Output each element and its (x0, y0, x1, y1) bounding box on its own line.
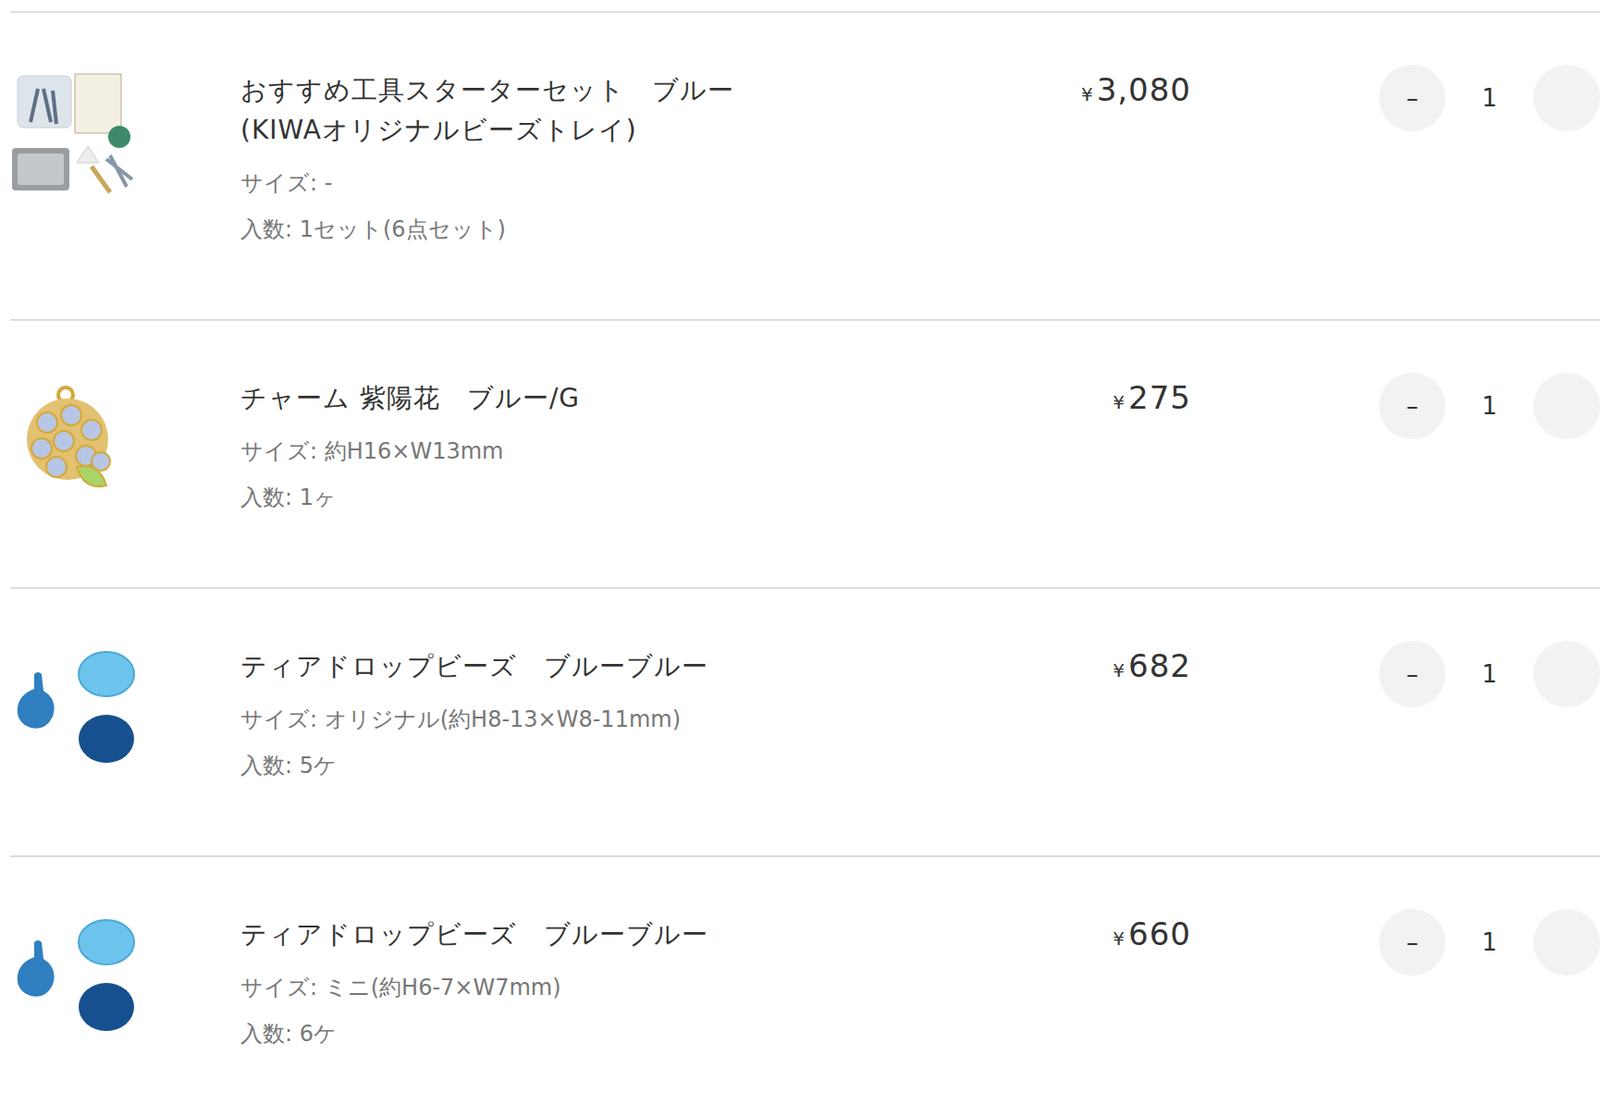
product-image[interactable] (10, 378, 138, 506)
item-size: サイズ: ミニ(約H6-7×W7mm) (240, 964, 951, 1011)
cart-page: おすすめ工具スターターセット ブルー(KIWAオリジナルビーズトレイ) サイズ: … (0, 0, 1600, 1117)
quantity-stepper: –1 (1378, 64, 1600, 132)
quantity-stepper: –1 (1378, 909, 1600, 976)
quantity-value[interactable]: 1 (1445, 84, 1534, 112)
item-size: サイズ: オリジナル(約H8-13×W8-11mm) (240, 696, 951, 743)
quantity-stepper: –1 (1378, 640, 1600, 708)
decrease-button[interactable]: – (1378, 640, 1446, 708)
product-image[interactable] (10, 646, 138, 775)
increase-button[interactable] (1533, 640, 1600, 708)
quantity-value[interactable]: 1 (1445, 660, 1534, 689)
product-image[interactable] (10, 914, 138, 1043)
item-title[interactable]: ティアドロップビーズ ブルーブルー (240, 914, 951, 955)
decrease-button[interactable]: – (1378, 64, 1446, 132)
item-size: サイズ: 約H16×W13mm (240, 428, 951, 475)
increase-button[interactable] (1533, 64, 1600, 132)
quantity-stepper: –1 (1378, 372, 1600, 440)
cart-list: おすすめ工具スターターセット ブルー(KIWAオリジナルビーズトレイ) サイズ: … (10, 11, 1600, 1117)
cart-item: おすすめ工具スターターセット ブルー(KIWAオリジナルビーズトレイ) サイズ: … (10, 11, 1600, 320)
item-title[interactable]: ティアドロップビーズ ブルーブルー (240, 646, 951, 687)
item-price: ¥660 (950, 914, 1192, 960)
teardrop-beads-icon (10, 914, 138, 1043)
hydrangea-charm-icon (10, 378, 138, 506)
item-count: 入数: 1ヶ (240, 474, 951, 521)
item-count: 入数: 5ケ (240, 742, 951, 789)
quantity-value[interactable]: 1 (1445, 928, 1534, 957)
item-size: サイズ: - (240, 160, 951, 207)
increase-button[interactable] (1533, 372, 1600, 440)
cart-item: ティアドロップビーズ ブルーブルーサイズ: ミニ(約H6-7×W7mm)入数: … (10, 855, 1600, 1117)
item-price: ¥3,080 (950, 70, 1192, 116)
item-title[interactable]: チャーム 紫陽花 ブルー/G (240, 378, 951, 419)
decrease-button[interactable]: – (1378, 909, 1446, 976)
item-info: ティアドロップビーズ ブルーブルーサイズ: オリジナル(約H8-13×W8-11… (240, 646, 951, 789)
teardrop-beads-icon (10, 646, 138, 775)
cart-item: ティアドロップビーズ ブルーブルーサイズ: オリジナル(約H8-13×W8-11… (10, 587, 1600, 856)
quantity-value[interactable]: 1 (1445, 392, 1534, 420)
item-price: ¥682 (950, 646, 1192, 692)
item-count: 入数: 1セット(6点セット) (240, 206, 951, 253)
item-title[interactable]: おすすめ工具スターターセット ブルー(KIWAオリジナルビーズトレイ) (240, 70, 951, 150)
product-image[interactable] (10, 70, 138, 198)
cart-item: チャーム 紫陽花 ブルー/G サイズ: 約H16×W13mm入数: 1ヶ ¥275 –… (10, 319, 1600, 588)
item-count: 入数: 6ケ (240, 1010, 951, 1058)
item-info: チャーム 紫陽花 ブルー/G サイズ: 約H16×W13mm入数: 1ヶ (240, 378, 951, 521)
item-info: ティアドロップビーズ ブルーブルーサイズ: ミニ(約H6-7×W7mm)入数: … (240, 914, 951, 1058)
tool-set-icon (10, 70, 138, 198)
item-price: ¥275 (950, 378, 1192, 424)
item-info: おすすめ工具スターターセット ブルー(KIWAオリジナルビーズトレイ) サイズ: … (240, 70, 951, 253)
increase-button[interactable] (1533, 909, 1600, 976)
decrease-button[interactable]: – (1378, 372, 1446, 440)
